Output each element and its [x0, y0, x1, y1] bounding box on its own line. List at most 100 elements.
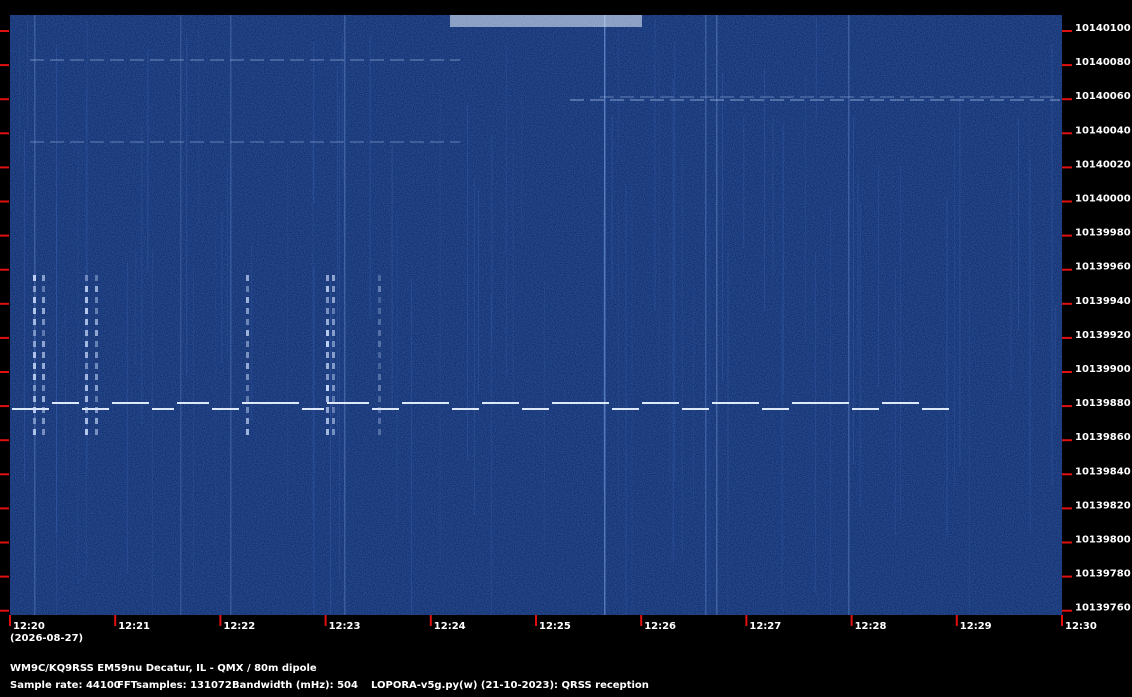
noise-streak: [693, 286, 695, 506]
noise-streak: [672, 78, 674, 561]
freq-tick-label: 10139760: [1075, 603, 1131, 614]
noise-streak: [743, 116, 745, 249]
keying-dot: [246, 429, 249, 435]
noise-streak: [815, 17, 817, 120]
noise-streak: [1054, 303, 1056, 426]
keying-dot: [378, 330, 381, 336]
keying-dot: [33, 286, 36, 292]
keying-dot: [85, 297, 88, 303]
noise-streak: [505, 45, 507, 379]
carrier-segment: [482, 402, 519, 404]
noise-streak: [410, 277, 412, 615]
noise-streak: [313, 268, 315, 615]
keying-dot: [42, 297, 45, 303]
noise-streak: [466, 104, 468, 460]
keying-dot: [246, 374, 249, 380]
keying-dot: [95, 330, 98, 336]
carrier-segment: [302, 408, 324, 410]
noise-streak: [521, 91, 523, 237]
noise-streak: [681, 157, 683, 555]
noise-streak: [859, 201, 861, 508]
keying-dot: [33, 308, 36, 314]
keying-dot: [42, 275, 45, 281]
keying-dot: [95, 286, 98, 292]
noise-streak: [198, 27, 200, 224]
noise-streak: [877, 164, 879, 388]
noise-streak: [946, 195, 948, 537]
keying-dot: [246, 341, 249, 347]
keying-dot: [95, 407, 98, 413]
noise-streak: [369, 34, 371, 319]
carrier-segment: [52, 402, 79, 404]
keying-dot: [246, 297, 249, 303]
noise-streak: [226, 165, 228, 354]
keying-dot: [378, 341, 381, 347]
keying-dot: [42, 374, 45, 380]
time-tick-label: 12:27: [749, 621, 781, 632]
carrier-segment: [712, 402, 759, 404]
noise-streak: [215, 192, 217, 548]
noise-streak: [126, 262, 128, 574]
keying-dot: [95, 352, 98, 358]
noise-streak: [830, 206, 832, 615]
noise-streak: [141, 124, 143, 426]
keying-dot: [332, 297, 335, 303]
keying-dot: [326, 374, 329, 380]
keying-dot: [326, 352, 329, 358]
freq-tick-label: 10139920: [1075, 330, 1131, 341]
freq-tick-label: 10139860: [1075, 432, 1131, 443]
carrier-segment: [762, 408, 789, 410]
noise-streak: [625, 186, 627, 615]
keying-dot: [42, 429, 45, 435]
keying-dot: [246, 330, 249, 336]
noise-streak: [34, 15, 36, 615]
noise-streak: [151, 248, 153, 615]
station-info: WM9C/KQ9RSS EM59nu Decatur, IL - QMX / 8…: [10, 663, 317, 674]
carrier-segment: [177, 402, 209, 404]
keying-dot: [33, 374, 36, 380]
keying-dot: [332, 275, 335, 281]
carrier-segment: [112, 402, 149, 404]
noise-streak: [24, 130, 26, 484]
date-label: (2026-08-27): [10, 633, 83, 644]
freq-tick-label: 10139900: [1075, 364, 1131, 375]
keying-dot: [378, 286, 381, 292]
noise-streak: [55, 202, 57, 616]
keying-dot: [246, 418, 249, 424]
keying-dot: [33, 396, 36, 402]
keying-dot: [326, 286, 329, 292]
freq-tick-label: 10139940: [1075, 296, 1131, 307]
keying-dot: [42, 396, 45, 402]
noise-streak: [782, 122, 784, 394]
keying-dot: [332, 286, 335, 292]
noise-streak: [764, 68, 766, 312]
noise-streak: [604, 15, 606, 615]
keying-dot: [378, 352, 381, 358]
keying-dot: [326, 297, 329, 303]
keying-dot: [33, 418, 36, 424]
keying-dot: [246, 275, 249, 281]
keying-dot: [95, 374, 98, 380]
keying-dot: [85, 352, 88, 358]
noise-streak: [18, 42, 20, 159]
noise-streak: [396, 210, 398, 528]
keying-dot: [85, 330, 88, 336]
keying-dot: [332, 385, 335, 391]
time-tick-label: 12:20: [13, 621, 45, 632]
carrier-segment: [372, 408, 399, 410]
keying-dot: [378, 429, 381, 435]
keying-dot: [42, 363, 45, 369]
freq-tick-label: 10139800: [1075, 535, 1131, 546]
noise-streak: [332, 309, 334, 436]
time-tick-label: 12:26: [644, 621, 676, 632]
keying-dot: [326, 319, 329, 325]
noise-streak: [721, 72, 723, 383]
keying-dot: [42, 319, 45, 325]
keying-dot: [85, 374, 88, 380]
keying-dot: [95, 275, 98, 281]
keying-dot: [332, 418, 335, 424]
time-tick-label: 12:30: [1065, 621, 1097, 632]
noise-streak: [658, 55, 660, 397]
noise-streak: [900, 165, 902, 521]
noise-streak: [344, 15, 346, 615]
